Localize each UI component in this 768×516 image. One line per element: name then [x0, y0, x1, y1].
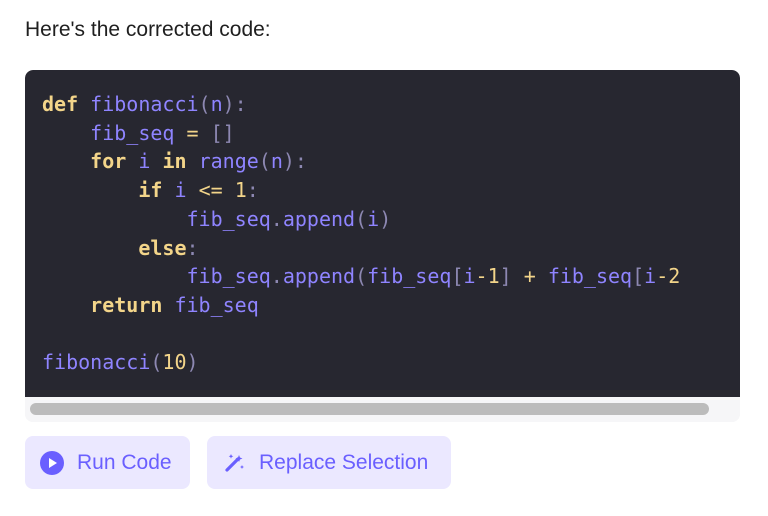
code-block: def fibonacci(n): fib_seq = [] for i in …: [25, 70, 740, 422]
code-line-3: for i in range(n):: [90, 149, 307, 174]
code-text: def fibonacci(n): fib_seq = [] for i in …: [42, 90, 680, 377]
replace-selection-label: Replace Selection: [259, 450, 429, 474]
run-code-label: Run Code: [77, 450, 172, 474]
code-line-2: fib_seq = []: [90, 120, 235, 145]
code-line-4: if i <= 1:: [138, 178, 259, 203]
code-line-10: fibonacci(10): [42, 350, 199, 375]
run-code-button[interactable]: Run Code: [25, 436, 190, 489]
magic-wand-icon: [225, 453, 244, 472]
code-line-6: else:: [138, 235, 199, 260]
horizontal-scrollbar-thumb[interactable]: [30, 403, 709, 415]
play-icon: [40, 450, 64, 475]
horizontal-scrollbar[interactable]: [25, 397, 740, 422]
code-line-7: fib_seq.append(fib_seq[i-1] + fib_seq[i-…: [186, 264, 681, 289]
assistant-message-intro: Here's the corrected code:: [25, 18, 271, 41]
replace-selection-button[interactable]: Replace Selection: [207, 436, 451, 489]
code-line-1: def fibonacci(n):: [42, 92, 247, 116]
code-line-8: return fib_seq: [90, 292, 259, 317]
code-panel: def fibonacci(n): fib_seq = [] for i in …: [25, 70, 740, 397]
code-line-5: fib_seq.append(i): [186, 206, 392, 231]
